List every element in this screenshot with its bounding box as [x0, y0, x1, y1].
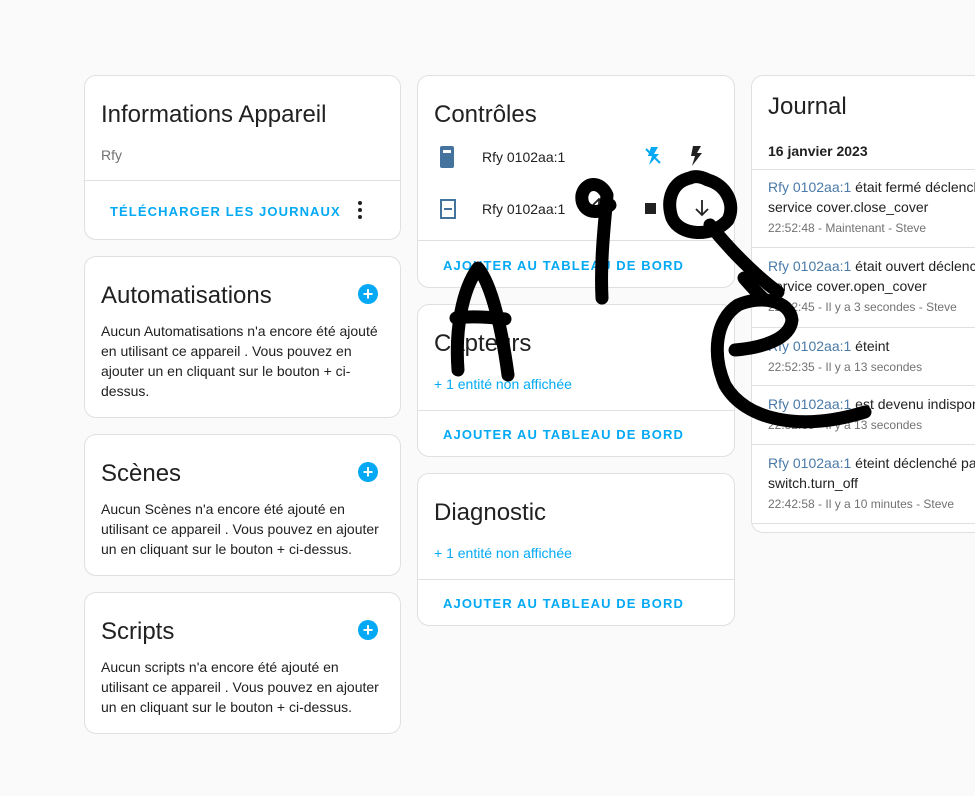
add-to-dashboard-button[interactable]: AJOUTER AU TABLEAU DE BORD: [443, 258, 684, 273]
log-text-2: switch.turn_off: [768, 475, 859, 491]
log-text: était fermé déclenché par le: [855, 179, 975, 195]
log-text-2: service cover.open_cover: [768, 278, 927, 294]
add-scene-button[interactable]: +: [358, 462, 378, 482]
diagnostic-title: Diagnostic: [434, 499, 547, 526]
download-logs-button[interactable]: TÉLÉCHARGER LES JOURNAUX: [110, 204, 341, 219]
log-entity-link[interactable]: Rfy 0102aa:1: [768, 396, 851, 412]
divider: [752, 247, 975, 248]
stop-cover-icon[interactable]: [645, 203, 656, 214]
scripts-title: Scripts: [101, 618, 175, 645]
log-entity-link[interactable]: Rfy 0102aa:1: [768, 338, 851, 354]
add-to-dashboard-button[interactable]: AJOUTER AU TABLEAU DE BORD: [443, 427, 684, 442]
log-meta: 22:52:48 - Maintenant - Steve: [768, 221, 927, 235]
scripts-card: Scripts + Aucun scripts n'a encore été a…: [84, 592, 401, 734]
automations-empty-text: Aucun Automatisations n'a encore été ajo…: [101, 323, 378, 399]
scenes-empty-text: Aucun Scènes n'a encore été ajouté en ut…: [101, 501, 379, 557]
divider: [752, 385, 975, 386]
log-entity-link[interactable]: Rfy 0102aa:1: [768, 179, 851, 195]
divider: [85, 180, 400, 181]
hidden-entities-link[interactable]: + 1 entité non affichée: [434, 376, 572, 392]
automations-title: Automatisations: [101, 282, 272, 309]
more-options-icon[interactable]: [351, 200, 369, 220]
log-text: éteint déclenché par le service: [855, 455, 975, 471]
log-meta: 22:52:45 - Il y a 3 secondes - Steve: [768, 300, 957, 314]
list-item: Rfy 0102aa:1 éteint 22:52:35 - Il y a 13…: [768, 336, 975, 377]
divider: [418, 579, 734, 580]
log-text: était ouvert déclenché par le: [855, 258, 975, 274]
remote-icon: [440, 146, 454, 173]
log-meta: 22:42:58 - Il y a 10 minutes - Steve: [768, 497, 955, 511]
flash-off-icon[interactable]: [643, 146, 663, 171]
sensors-title: Capteurs: [434, 330, 532, 357]
scenes-title: Scènes: [101, 460, 182, 487]
window-shutter-icon: [440, 199, 456, 224]
log-text: éteint: [851, 338, 890, 354]
divider: [418, 240, 734, 241]
device-info-title: Informations Appareil: [101, 101, 327, 128]
entity-name[interactable]: Rfy 0102aa:1: [482, 149, 565, 165]
log-text: est devenu indisponible: [855, 396, 975, 412]
list-item: Rfy 0102aa:1 est devenu indisponible 22:…: [768, 394, 975, 435]
divider: [752, 523, 975, 524]
hidden-entities-link[interactable]: + 1 entité non affichée: [434, 545, 572, 561]
divider: [752, 327, 975, 328]
log-text-2: service cover.close_cover: [768, 199, 929, 215]
divider: [752, 169, 975, 170]
journal-title: Journal: [768, 93, 847, 120]
flash-icon[interactable]: [689, 146, 703, 171]
sensors-card: Capteurs + 1 entité non affichée AJOUTER…: [417, 304, 735, 457]
log-entity-link[interactable]: Rfy 0102aa:1: [768, 258, 851, 274]
log-meta: 22:52:35 - Il y a 13 secondes: [768, 418, 923, 432]
journal-card: Journal 16 janvier 2023 Rfy 0102aa:1 éta…: [751, 75, 975, 533]
divider: [752, 444, 975, 445]
log-meta: 22:52:35 - Il y a 13 secondes: [768, 360, 923, 374]
log-entity-link[interactable]: Rfy 0102aa:1: [768, 455, 851, 471]
list-item: Rfy 0102aa:1 était ouvert déclenché par …: [768, 256, 975, 317]
device-info-card: Informations Appareil Rfy TÉLÉCHARGER LE…: [84, 75, 401, 240]
controls-title: Contrôles: [434, 101, 537, 128]
scenes-card: Scènes + Aucun Scènes n'a encore été ajo…: [84, 434, 401, 576]
scripts-empty-text: Aucun scripts n'a encore été ajouté en u…: [101, 659, 379, 715]
journal-date: 16 janvier 2023: [768, 143, 868, 159]
list-item: Rfy 0102aa:1 était fermé déclenché par l…: [768, 177, 975, 238]
controls-card: Contrôles Rfy 0102aa:1 Rfy 0102aa:1 AJOU…: [417, 75, 735, 288]
open-cover-arrow-up-icon[interactable]: [591, 197, 607, 220]
add-script-button[interactable]: +: [358, 620, 378, 640]
entity-name[interactable]: Rfy 0102aa:1: [482, 201, 565, 217]
add-to-dashboard-button[interactable]: AJOUTER AU TABLEAU DE BORD: [443, 596, 684, 611]
automations-card: Automatisations + Aucun Automatisations …: [84, 256, 401, 418]
list-item: Rfy 0102aa:1 éteint déclenché par le ser…: [768, 453, 975, 514]
divider: [418, 410, 734, 411]
diagnostic-card: Diagnostic + 1 entité non affichée AJOUT…: [417, 473, 735, 626]
add-automation-button[interactable]: +: [358, 284, 378, 304]
close-cover-arrow-down-icon[interactable]: [694, 199, 710, 222]
device-model: Rfy: [101, 147, 122, 163]
